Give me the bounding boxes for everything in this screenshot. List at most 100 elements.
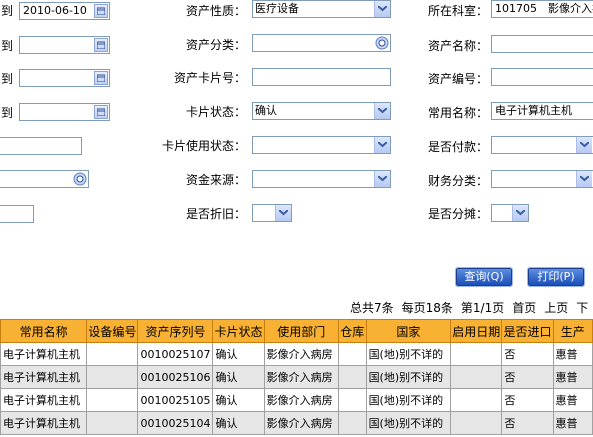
date-range-end-2[interactable] [19,36,110,54]
fund-source-select[interactable] [252,170,391,188]
card-status-value: 确认 [255,104,277,117]
pager-prev-link[interactable]: 上页 [544,301,568,315]
cell-common-name: 电子计算机主机 [0,388,88,412]
cell-dept: 影像介入病房 [263,342,339,366]
card-status-label: 卡片状态： [185,105,246,119]
asset-nature-label: 资产性质： [185,4,246,18]
cell-dept: 影像介入病房 [263,411,339,435]
column-header-start-date[interactable]: 启用日期 [450,319,503,343]
dept-label: 所在科室： [427,4,488,18]
print-button[interactable]: 打印(P) [527,267,585,287]
table-row[interactable]: 电子计算机主机 0010025104 确认 影像介入病房 国(地)别不详的 否 … [0,411,593,435]
depreciation-label: 是否折旧： [185,207,246,221]
chevron-down-icon[interactable] [374,103,390,119]
paid-select[interactable] [491,136,593,154]
cell-imported: 否 [501,365,554,389]
cell-country: 国(地)别不详的 [365,342,452,366]
cell-serial-no: 0010025107 [137,342,214,366]
apportion-label: 是否分摊： [427,207,488,221]
table-row[interactable]: 电子计算机主机 0010025105 确认 影像介入病房 国(地)别不详的 否 … [0,388,593,412]
chevron-down-icon[interactable] [275,205,291,221]
cell-card-status: 确认 [212,411,265,435]
asset-no-input[interactable] [491,68,593,86]
column-header-imported[interactable]: 是否进口 [501,319,554,343]
calendar-icon[interactable] [94,71,108,85]
dept-input[interactable]: 101705 影像介入病 [491,0,593,18]
calendar-icon[interactable] [94,105,108,119]
cell-start-date [450,388,503,412]
table-row[interactable]: 电子计算机主机 0010025107 确认 影像介入病房 国(地)别不详的 否 … [0,342,593,366]
column-header-device-no[interactable]: 设备编号 [86,319,139,343]
cell-warehouse [337,342,367,366]
pager-next-link[interactable]: 下 [576,301,588,315]
cell-manufacturer: 惠普 [552,411,593,435]
asset-name-input[interactable] [491,35,593,53]
cell-country: 国(地)别不详的 [365,388,452,412]
asset-name-label: 资产名称： [427,39,488,53]
common-name-value: 电子计算机主机 [495,104,572,117]
column-header-serial-no[interactable]: 资产序列号 [137,319,214,343]
date-range-end-4[interactable] [19,103,110,121]
card-no-input[interactable] [252,68,391,86]
column-header-common-name[interactable]: 常用名称 [0,319,88,343]
cell-country: 国(地)别不详的 [365,411,452,435]
cell-serial-no: 0010025105 [137,388,214,412]
lookup-icon[interactable] [73,172,87,186]
pager-first-link[interactable]: 首页 [512,301,536,315]
cell-device-no [86,388,139,412]
chevron-down-icon[interactable] [374,171,390,187]
asset-query-page: 到 2010-06-10 资产性质： 医疗设备 所在科室： 101705 影像介… [0,0,593,437]
cell-device-no [86,411,139,435]
table-row[interactable]: 电子计算机主机 0010025106 确认 影像介入病房 国(地)别不详的 否 … [0,365,593,389]
row7-left-input[interactable] [0,205,34,223]
cell-start-date [450,365,503,389]
fund-source-label: 资金来源： [185,173,246,187]
column-header-manufacturer[interactable]: 生产 [552,319,593,343]
column-header-warehouse[interactable]: 仓库 [337,319,367,343]
card-use-select[interactable] [252,136,391,154]
cell-serial-no: 0010025106 [137,365,214,389]
column-header-country[interactable]: 国家 [365,319,452,343]
card-status-select[interactable]: 确认 [252,102,391,120]
asset-nature-value: 医疗设备 [255,2,299,15]
apportion-select[interactable] [491,204,529,222]
cell-imported: 否 [501,388,554,412]
row5-left-input[interactable] [0,137,82,155]
calendar-icon[interactable] [94,4,108,18]
start-date-input[interactable]: 2010-06-10 [19,2,110,20]
lookup-icon[interactable] [375,36,389,50]
cell-card-status: 确认 [212,365,265,389]
to-label-2: 到 [1,39,14,53]
column-header-card-status[interactable]: 卡片状态 [212,319,265,343]
chevron-down-icon[interactable] [374,1,390,17]
cell-manufacturer: 惠普 [552,342,593,366]
common-name-input[interactable]: 电子计算机主机 [491,102,593,120]
column-header-dept[interactable]: 使用部门 [263,319,339,343]
paid-label: 是否付款： [427,140,488,154]
asset-no-label: 资产编号： [427,72,488,86]
chevron-down-icon[interactable] [374,137,390,153]
query-button[interactable]: 查询(Q) [455,267,513,287]
row6-left-input[interactable] [0,170,89,188]
chevron-down-icon[interactable] [576,137,592,153]
finance-class-select[interactable] [491,170,593,188]
depreciation-select[interactable] [252,204,292,222]
date-to-label: 到 [1,4,14,18]
cell-start-date [450,342,503,366]
cell-dept: 影像介入病房 [263,365,339,389]
chevron-down-icon[interactable] [512,205,528,221]
cell-device-no [86,365,139,389]
asset-nature-select[interactable]: 医疗设备 [252,0,391,18]
to-label-3: 到 [1,72,14,86]
cell-manufacturer: 惠普 [552,388,593,412]
chevron-down-icon[interactable] [576,171,592,187]
cell-warehouse [337,365,367,389]
cell-country: 国(地)别不详的 [365,365,452,389]
pagination-bar: 总共7条 每页18条 第1/1页 首页 上页下 [350,300,593,316]
date-range-end-3[interactable] [19,69,110,87]
to-label-4: 到 [1,106,14,120]
dept-value: 101705 影像介入病 [495,2,593,15]
calendar-icon[interactable] [94,38,108,52]
cell-card-status: 确认 [212,342,265,366]
asset-class-input[interactable] [252,34,391,52]
